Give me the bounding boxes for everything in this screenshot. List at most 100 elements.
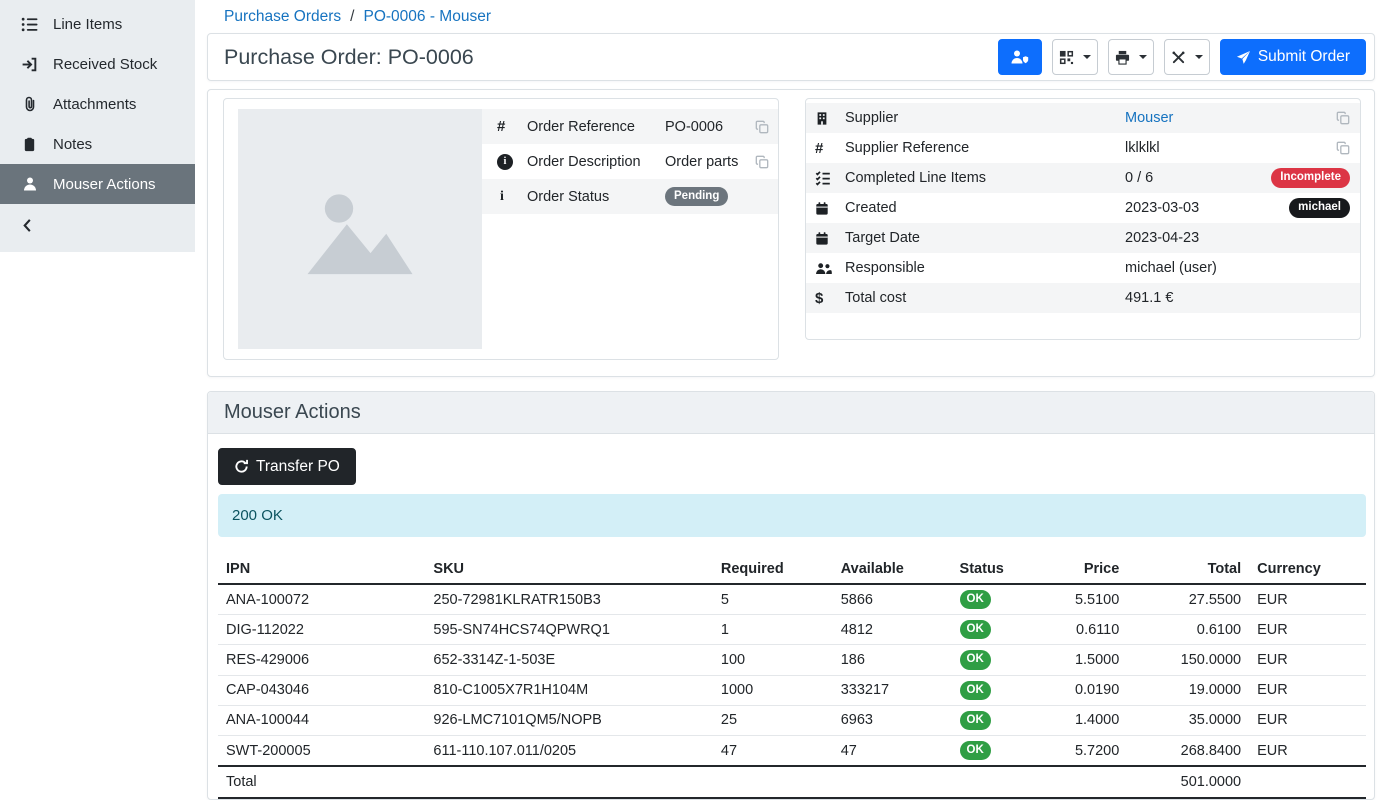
cell-required: 1 xyxy=(713,615,833,645)
sidebar-item-received-stock[interactable]: Received Stock xyxy=(0,44,195,84)
created-label: Created xyxy=(845,200,1125,216)
ok-badge: OK xyxy=(960,650,991,669)
supplier-label: Supplier xyxy=(845,110,1125,126)
col-status: Status xyxy=(952,555,1030,584)
panel-header: Mouser Actions xyxy=(208,392,1374,434)
breadcrumb-purchase-orders[interactable]: Purchase Orders xyxy=(224,8,341,26)
cell-total: 0.6100 xyxy=(1127,615,1249,645)
col-ipn: IPN xyxy=(218,555,425,584)
parts-table-header: IPN SKU Required Available Status Price … xyxy=(218,555,1366,584)
hash-icon: # xyxy=(497,118,527,135)
print-actions-button[interactable] xyxy=(1108,39,1154,75)
cell-available: 4812 xyxy=(833,615,952,645)
transfer-po-button[interactable]: Transfer PO xyxy=(218,448,356,485)
cell-sku: 250-72981KLRATR150B3 xyxy=(425,584,712,615)
cell-required: 47 xyxy=(713,736,833,767)
table-row: ANA-100072 250-72981KLRATR150B3 5 5866 O… xyxy=(218,584,1366,615)
sidebar: Line Items Received Stock Attachments No… xyxy=(0,0,195,252)
col-currency: Currency xyxy=(1249,555,1366,584)
dollar-icon: $ xyxy=(815,290,845,307)
created-row: Created 2023-03-03 michael xyxy=(806,193,1360,223)
cell-ipn: DIG-112022 xyxy=(218,615,425,645)
cell-status: OK xyxy=(952,705,1030,735)
incomplete-badge: Incomplete xyxy=(1271,168,1350,187)
chevron-down-icon xyxy=(1083,55,1091,59)
cell-ipn: ANA-100072 xyxy=(218,584,425,615)
chevron-left-icon xyxy=(20,218,35,233)
sidebar-item-label: Notes xyxy=(53,136,92,153)
sign-in-icon xyxy=(20,56,39,73)
copy-icon[interactable] xyxy=(1336,141,1350,155)
order-actions-button[interactable] xyxy=(1164,39,1210,75)
ok-badge: OK xyxy=(960,590,991,609)
barcode-icon xyxy=(1059,50,1074,65)
table-row: RES-429006 652-3314Z-1-503E 100 186 OK 1… xyxy=(218,645,1366,675)
cell-sku: 810-C1005X7R1H104M xyxy=(425,675,712,705)
cell-ipn: RES-429006 xyxy=(218,645,425,675)
ok-badge: OK xyxy=(960,711,991,730)
sidebar-item-notes[interactable]: Notes xyxy=(0,124,195,164)
cell-required: 1000 xyxy=(713,675,833,705)
table-row: SWT-200005 611-110.107.011/0205 47 47 OK… xyxy=(218,736,1366,767)
cell-available: 5866 xyxy=(833,584,952,615)
responsible-value: michael (user) xyxy=(1125,260,1350,276)
cell-total: 268.8400 xyxy=(1127,736,1249,767)
cell-available: 333217 xyxy=(833,675,952,705)
submit-order-button[interactable]: Submit Order xyxy=(1220,39,1366,75)
submit-order-label: Submit Order xyxy=(1258,48,1350,66)
supplier-details-card: Supplier Mouser # Supplier Reference lkl… xyxy=(805,98,1361,340)
tools-icon xyxy=(1171,50,1186,65)
copy-icon[interactable] xyxy=(1336,111,1350,125)
responsible-row: Responsible michael (user) xyxy=(806,253,1360,283)
order-status-row: i Order Status Pending xyxy=(482,179,778,214)
assign-user-button[interactable] xyxy=(998,39,1042,75)
created-value: 2023-03-03 xyxy=(1125,200,1289,216)
mouser-actions-panel: Mouser Actions Transfer PO 200 OK IPN SK xyxy=(207,391,1375,800)
info-icon: i xyxy=(497,189,527,205)
main-content: Purchase Orders / PO-0006 - Mouser Purch… xyxy=(195,0,1383,800)
cell-currency: EUR xyxy=(1249,736,1366,767)
building-icon xyxy=(815,111,845,126)
sidebar-item-attachments[interactable]: Attachments xyxy=(0,84,195,124)
total-cost-value: 491.1 € xyxy=(1125,290,1350,306)
copy-icon[interactable] xyxy=(755,120,769,134)
cell-required: 100 xyxy=(713,645,833,675)
col-required: Required xyxy=(713,555,833,584)
cell-status: OK xyxy=(952,736,1030,767)
cell-price: 1.5000 xyxy=(1029,645,1127,675)
target-date-value: 2023-04-23 xyxy=(1125,230,1350,246)
table-row: DIG-112022 595-SN74HCS74QPWRQ1 1 4812 OK… xyxy=(218,615,1366,645)
copy-icon[interactable] xyxy=(755,155,769,169)
col-available: Available xyxy=(833,555,952,584)
col-total: Total xyxy=(1127,555,1249,584)
parts-table-body: ANA-100072 250-72981KLRATR150B3 5 5866 O… xyxy=(218,584,1366,766)
supplier-reference-label: Supplier Reference xyxy=(845,140,1125,156)
refresh-icon xyxy=(234,459,249,474)
sidebar-collapse-button[interactable] xyxy=(0,204,195,246)
chevron-down-icon xyxy=(1139,55,1147,59)
cell-required: 25 xyxy=(713,705,833,735)
cell-status: OK xyxy=(952,584,1030,615)
barcode-actions-button[interactable] xyxy=(1052,39,1098,75)
cell-available: 186 xyxy=(833,645,952,675)
created-user-badge: michael xyxy=(1289,198,1350,217)
calendar-icon xyxy=(815,231,845,246)
supplier-reference-row: # Supplier Reference lklklkl xyxy=(806,133,1360,163)
list-check-icon xyxy=(815,170,845,186)
panel-body: Transfer PO 200 OK IPN SKU Required Avai… xyxy=(208,434,1374,799)
supplier-value: Mouser xyxy=(1125,110,1336,126)
notes-icon xyxy=(20,137,39,152)
cell-status: OK xyxy=(952,645,1030,675)
ok-badge: OK xyxy=(960,620,991,639)
header-actions: Submit Order xyxy=(998,39,1366,75)
breadcrumb-current[interactable]: PO-0006 - Mouser xyxy=(363,8,491,26)
supplier-link[interactable]: Mouser xyxy=(1125,110,1173,126)
target-date-label: Target Date xyxy=(845,230,1125,246)
cell-ipn: CAP-043046 xyxy=(218,675,425,705)
cell-total: 150.0000 xyxy=(1127,645,1249,675)
page-header: Purchase Order: PO-0006 xyxy=(207,33,1375,81)
calendar-icon xyxy=(815,201,845,216)
sidebar-item-line-items[interactable]: Line Items xyxy=(0,4,195,44)
cell-total: 27.5500 xyxy=(1127,584,1249,615)
sidebar-item-mouser-actions[interactable]: Mouser Actions xyxy=(0,164,195,204)
